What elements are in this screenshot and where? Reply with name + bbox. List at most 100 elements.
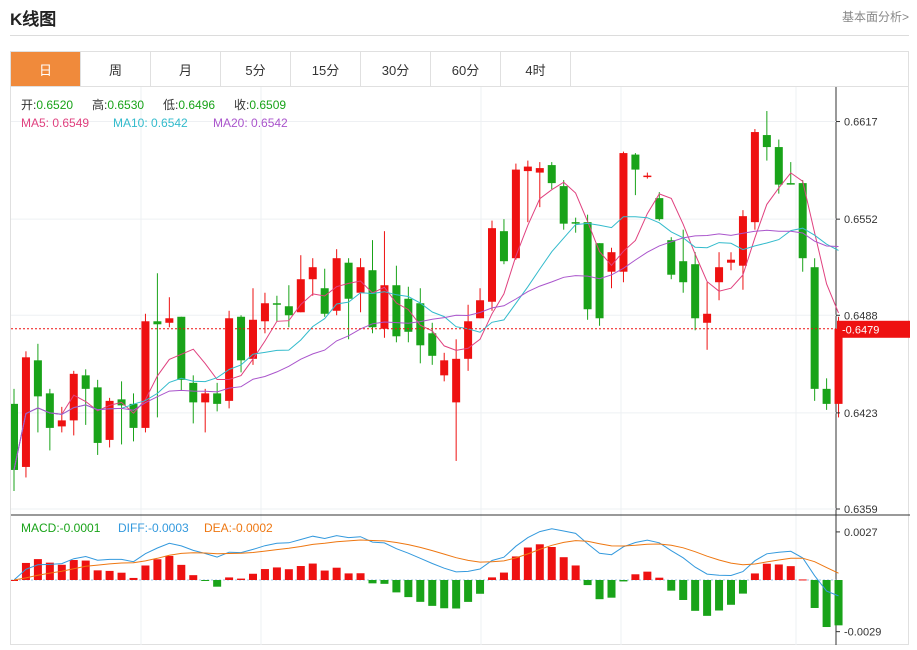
candle-body-58 bbox=[703, 313, 712, 323]
ohlc-legend-3: 收:0.6509 bbox=[234, 98, 286, 112]
macd-bar-31 bbox=[380, 580, 389, 584]
macd-bar-62 bbox=[750, 573, 759, 580]
macd-bar-67 bbox=[810, 580, 819, 608]
macd-bar-20 bbox=[249, 573, 257, 580]
macd-bar-16 bbox=[201, 580, 210, 581]
candle-body-0 bbox=[10, 403, 18, 470]
tab-30min[interactable]: 30分 bbox=[361, 52, 431, 86]
tab-day[interactable]: 日 bbox=[11, 52, 81, 86]
dea-line bbox=[13, 539, 839, 581]
macd-bar-22 bbox=[272, 567, 281, 580]
macd-bar-59 bbox=[715, 580, 724, 611]
candle-body-29 bbox=[356, 267, 365, 293]
macd-bar-66 bbox=[798, 579, 807, 581]
macd-bar-3 bbox=[45, 562, 54, 580]
macd-bar-26 bbox=[320, 570, 329, 580]
candle-body-43 bbox=[523, 166, 532, 172]
macd-bar-47 bbox=[571, 565, 580, 580]
ohlc-legend-1: 高:0.6530 bbox=[92, 97, 144, 112]
macd-bar-32 bbox=[392, 580, 401, 593]
macd-legend-1: DIFF:-0.0003 bbox=[118, 521, 189, 535]
candle-body-48 bbox=[583, 222, 592, 310]
macd-bar-48 bbox=[583, 580, 592, 586]
candle-body-14 bbox=[177, 316, 186, 380]
candle-body-34 bbox=[416, 303, 425, 346]
macd-bar-2 bbox=[33, 559, 42, 580]
macd-bar-56 bbox=[679, 580, 688, 600]
candle-body-10 bbox=[129, 403, 138, 428]
candle-body-25 bbox=[308, 267, 317, 280]
macd-bar-19 bbox=[237, 578, 246, 580]
ohlc-legend-0: 开:0.6520 bbox=[21, 98, 73, 112]
ohlc-legend-2: 低:0.6496 bbox=[163, 98, 215, 112]
candle-body-54 bbox=[655, 198, 664, 220]
macd-bar-33 bbox=[404, 580, 413, 598]
macd-bar-7 bbox=[93, 570, 102, 580]
macd-bar-38 bbox=[464, 580, 473, 602]
candle-body-13 bbox=[165, 318, 174, 323]
macd-bar-64 bbox=[774, 564, 783, 580]
title-divider bbox=[10, 35, 909, 36]
candle-body-68 bbox=[822, 388, 831, 404]
macd-bar-36 bbox=[440, 580, 449, 609]
candle-body-67 bbox=[810, 267, 819, 389]
timeframe-tabs: 日 周 月 5分 15分 30分 60分 4时 bbox=[10, 51, 909, 87]
candle-body-39 bbox=[476, 300, 485, 319]
macd-bar-46 bbox=[559, 557, 568, 580]
macd-panel: 0.0027 -0.0029 bbox=[10, 527, 881, 639]
macd-bar-5 bbox=[69, 560, 78, 580]
price-tick-label-4: 0.6359 bbox=[844, 504, 878, 516]
candle-body-23 bbox=[284, 306, 293, 316]
candle-body-61 bbox=[738, 216, 747, 266]
candle-body-12 bbox=[153, 321, 162, 325]
candle-body-21 bbox=[260, 303, 269, 322]
tab-month[interactable]: 月 bbox=[151, 52, 221, 86]
macd-bar-39 bbox=[476, 580, 485, 594]
kline-chart[interactable]: 0.6617 0.6552 0.6488 0.6423 0.6359 -0.6479 0.… bbox=[10, 87, 910, 645]
macd-tick-label-0: 0.0027 bbox=[844, 527, 878, 539]
macd-bar-9 bbox=[117, 572, 126, 580]
macd-bar-49 bbox=[595, 580, 604, 600]
macd-bar-29 bbox=[356, 573, 365, 580]
macd-bar-65 bbox=[786, 566, 795, 580]
macd-bar-28 bbox=[344, 573, 353, 580]
candle-body-65 bbox=[786, 183, 795, 185]
macd-bar-35 bbox=[428, 580, 437, 606]
candle-body-57 bbox=[691, 264, 700, 319]
candle-body-11 bbox=[141, 321, 150, 428]
candle-body-17 bbox=[213, 393, 222, 404]
macd-bar-40 bbox=[488, 577, 496, 580]
macd-bar-54 bbox=[655, 577, 664, 580]
candle-body-56 bbox=[679, 261, 688, 283]
tab-15min[interactable]: 15分 bbox=[291, 52, 361, 86]
macd-tick-label-1: -0.0029 bbox=[844, 627, 881, 639]
ma10-line bbox=[13, 216, 839, 471]
tab-4hour[interactable]: 4时 bbox=[501, 52, 571, 86]
candle-body-59 bbox=[715, 267, 724, 283]
macd-bar-15 bbox=[189, 575, 198, 580]
macd-bar-69 bbox=[834, 580, 843, 626]
candle-body-69 bbox=[834, 328, 843, 404]
candle-body-2 bbox=[33, 360, 42, 397]
tab-week[interactable]: 周 bbox=[81, 52, 151, 86]
candle-body-53 bbox=[643, 175, 652, 178]
candle-body-7 bbox=[93, 387, 102, 443]
candle-body-46 bbox=[559, 186, 568, 224]
candle-body-52 bbox=[631, 154, 640, 170]
tab-60min[interactable]: 60分 bbox=[431, 52, 501, 86]
fundamental-analysis-link[interactable]: 基本面分析> bbox=[842, 8, 909, 25]
macd-bar-13 bbox=[165, 555, 174, 580]
macd-bar-4 bbox=[57, 564, 66, 580]
macd-bar-11 bbox=[141, 565, 150, 580]
candle-body-36 bbox=[440, 360, 449, 376]
macd-bar-10 bbox=[129, 577, 138, 580]
candle-body-35 bbox=[428, 333, 437, 356]
price-tick-label-1: 0.6552 bbox=[844, 214, 878, 226]
macd-bar-53 bbox=[643, 571, 652, 580]
candle-body-37 bbox=[452, 358, 461, 403]
tab-5min[interactable]: 5分 bbox=[221, 52, 291, 86]
macd-bar-51 bbox=[619, 580, 628, 582]
macd-bar-17 bbox=[213, 580, 222, 587]
moving-average-lines bbox=[13, 172, 839, 471]
candle-body-38 bbox=[464, 321, 473, 359]
